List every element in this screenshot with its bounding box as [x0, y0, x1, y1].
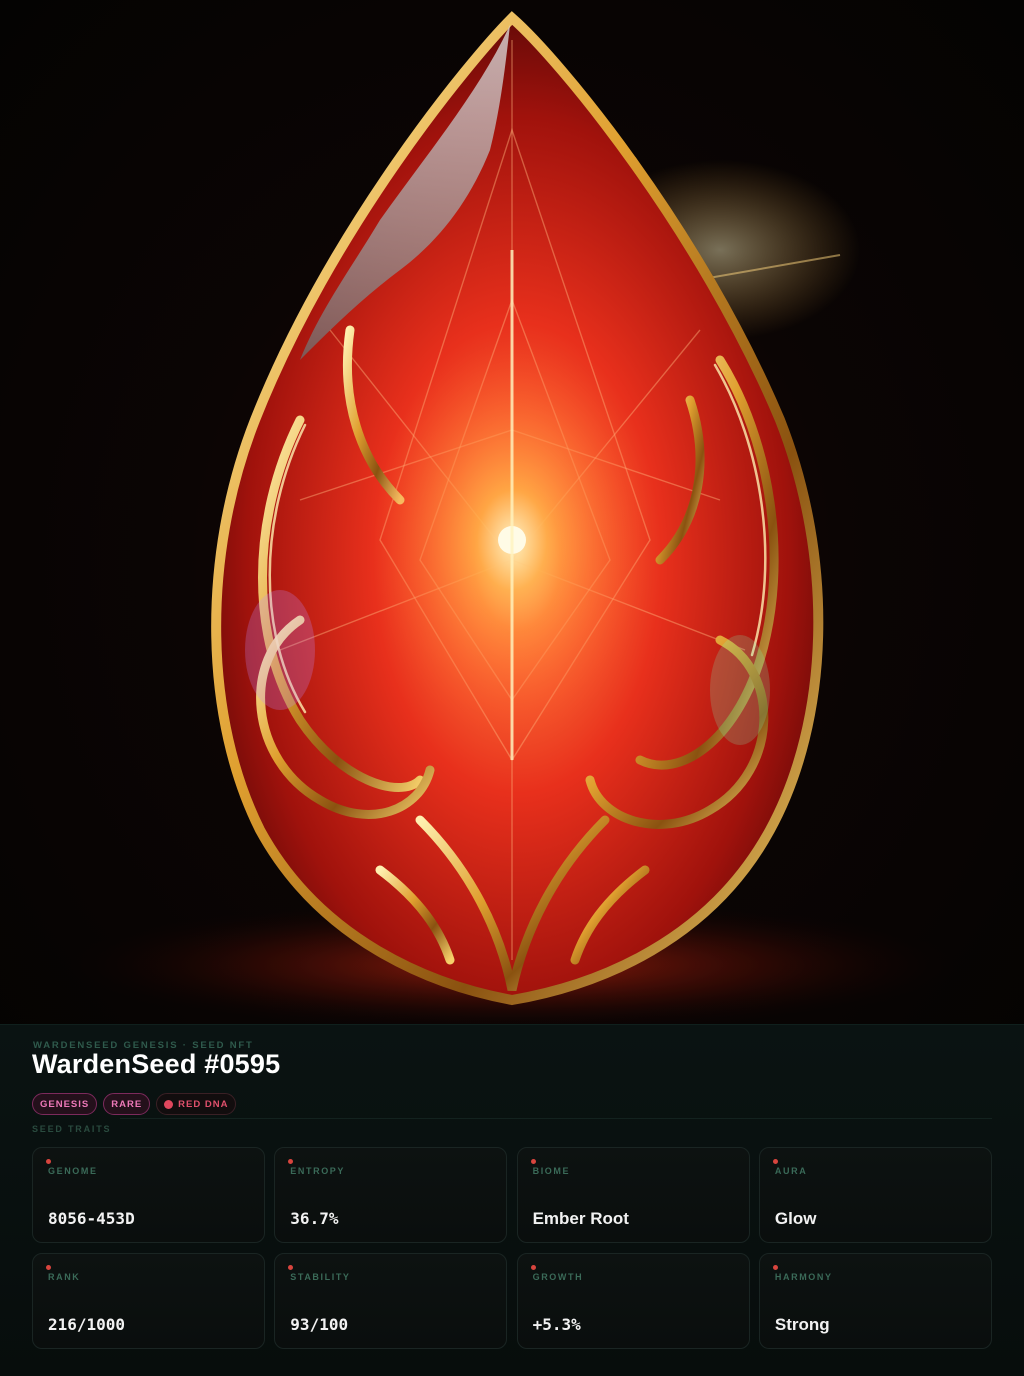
trait-value: Strong	[774, 1315, 830, 1334]
trait-label: HARMONY	[774, 1272, 833, 1282]
trait-value: 8056-453D	[48, 1209, 135, 1228]
trait-dot-icon	[530, 1265, 536, 1270]
trait-label: STABILITY	[290, 1272, 351, 1282]
trait-value: +5.3%	[532, 1315, 581, 1334]
trait-card-stability: STABILITY 93/100	[274, 1253, 508, 1349]
trait-dot-icon	[288, 1265, 294, 1270]
trait-value: Ember Root	[532, 1209, 629, 1228]
trait-dot-icon	[46, 1265, 51, 1270]
hero-artwork	[0, 0, 1024, 1024]
nft-card: WARDENSEED GENESIS · SEED NFT WardenSeed…	[0, 0, 1024, 1376]
badge-genesis[interactable]: GENESIS	[32, 1093, 98, 1115]
trait-label: GROWTH	[532, 1272, 584, 1282]
trait-card-genome: GENOME 8056-453D	[32, 1147, 265, 1243]
badge-rare[interactable]: RARE	[103, 1093, 151, 1115]
trait-label: GENOME	[48, 1166, 98, 1176]
trait-card-harmony: HARMONY Strong	[758, 1253, 992, 1349]
trait-dot-icon	[772, 1159, 778, 1164]
trait-card-aura: AURA Glow	[758, 1147, 992, 1243]
details-panel: WARDENSEED GENESIS · SEED NFT WardenSeed…	[0, 1024, 1024, 1376]
trait-card-biome: BIOME Ember Root	[516, 1147, 750, 1243]
trait-card-growth: GROWTH +5.3%	[516, 1253, 750, 1349]
trait-dot-icon	[772, 1265, 778, 1270]
trait-dot-icon	[530, 1159, 536, 1164]
trait-dot-icon	[46, 1159, 51, 1164]
trait-value: 216/1000	[48, 1315, 126, 1334]
badge-row: GENESIS RARE RED DNA	[32, 1093, 237, 1115]
trait-value: 36.7%	[290, 1209, 339, 1228]
trait-label: AURA	[774, 1166, 808, 1176]
trait-value: 93/100	[290, 1315, 349, 1334]
divider	[120, 1118, 992, 1119]
dna-dot-icon	[164, 1099, 174, 1109]
trait-label: RANK	[48, 1272, 81, 1282]
trait-label: BIOME	[532, 1166, 571, 1176]
trait-dot-icon	[288, 1159, 294, 1164]
traits-grid: GENOME 8056-453D ENTROPY 36.7% BIOME Emb…	[32, 1147, 992, 1349]
badge-label: RARE	[111, 1098, 143, 1110]
badge-dna[interactable]: RED DNA	[156, 1093, 237, 1115]
badge-label: RED DNA	[178, 1098, 229, 1110]
badge-label: GENESIS	[40, 1098, 90, 1110]
trait-label: ENTROPY	[290, 1166, 346, 1176]
page-title: WardenSeed #0595	[32, 1049, 281, 1079]
section-label-traits: SEED TRAITS	[32, 1124, 112, 1134]
trait-card-entropy: ENTROPY 36.7%	[274, 1147, 508, 1243]
ruby-seed-icon	[42, 11, 982, 1024]
trait-card-rank: RANK 216/1000	[32, 1253, 265, 1349]
trait-value: Glow	[774, 1209, 817, 1228]
